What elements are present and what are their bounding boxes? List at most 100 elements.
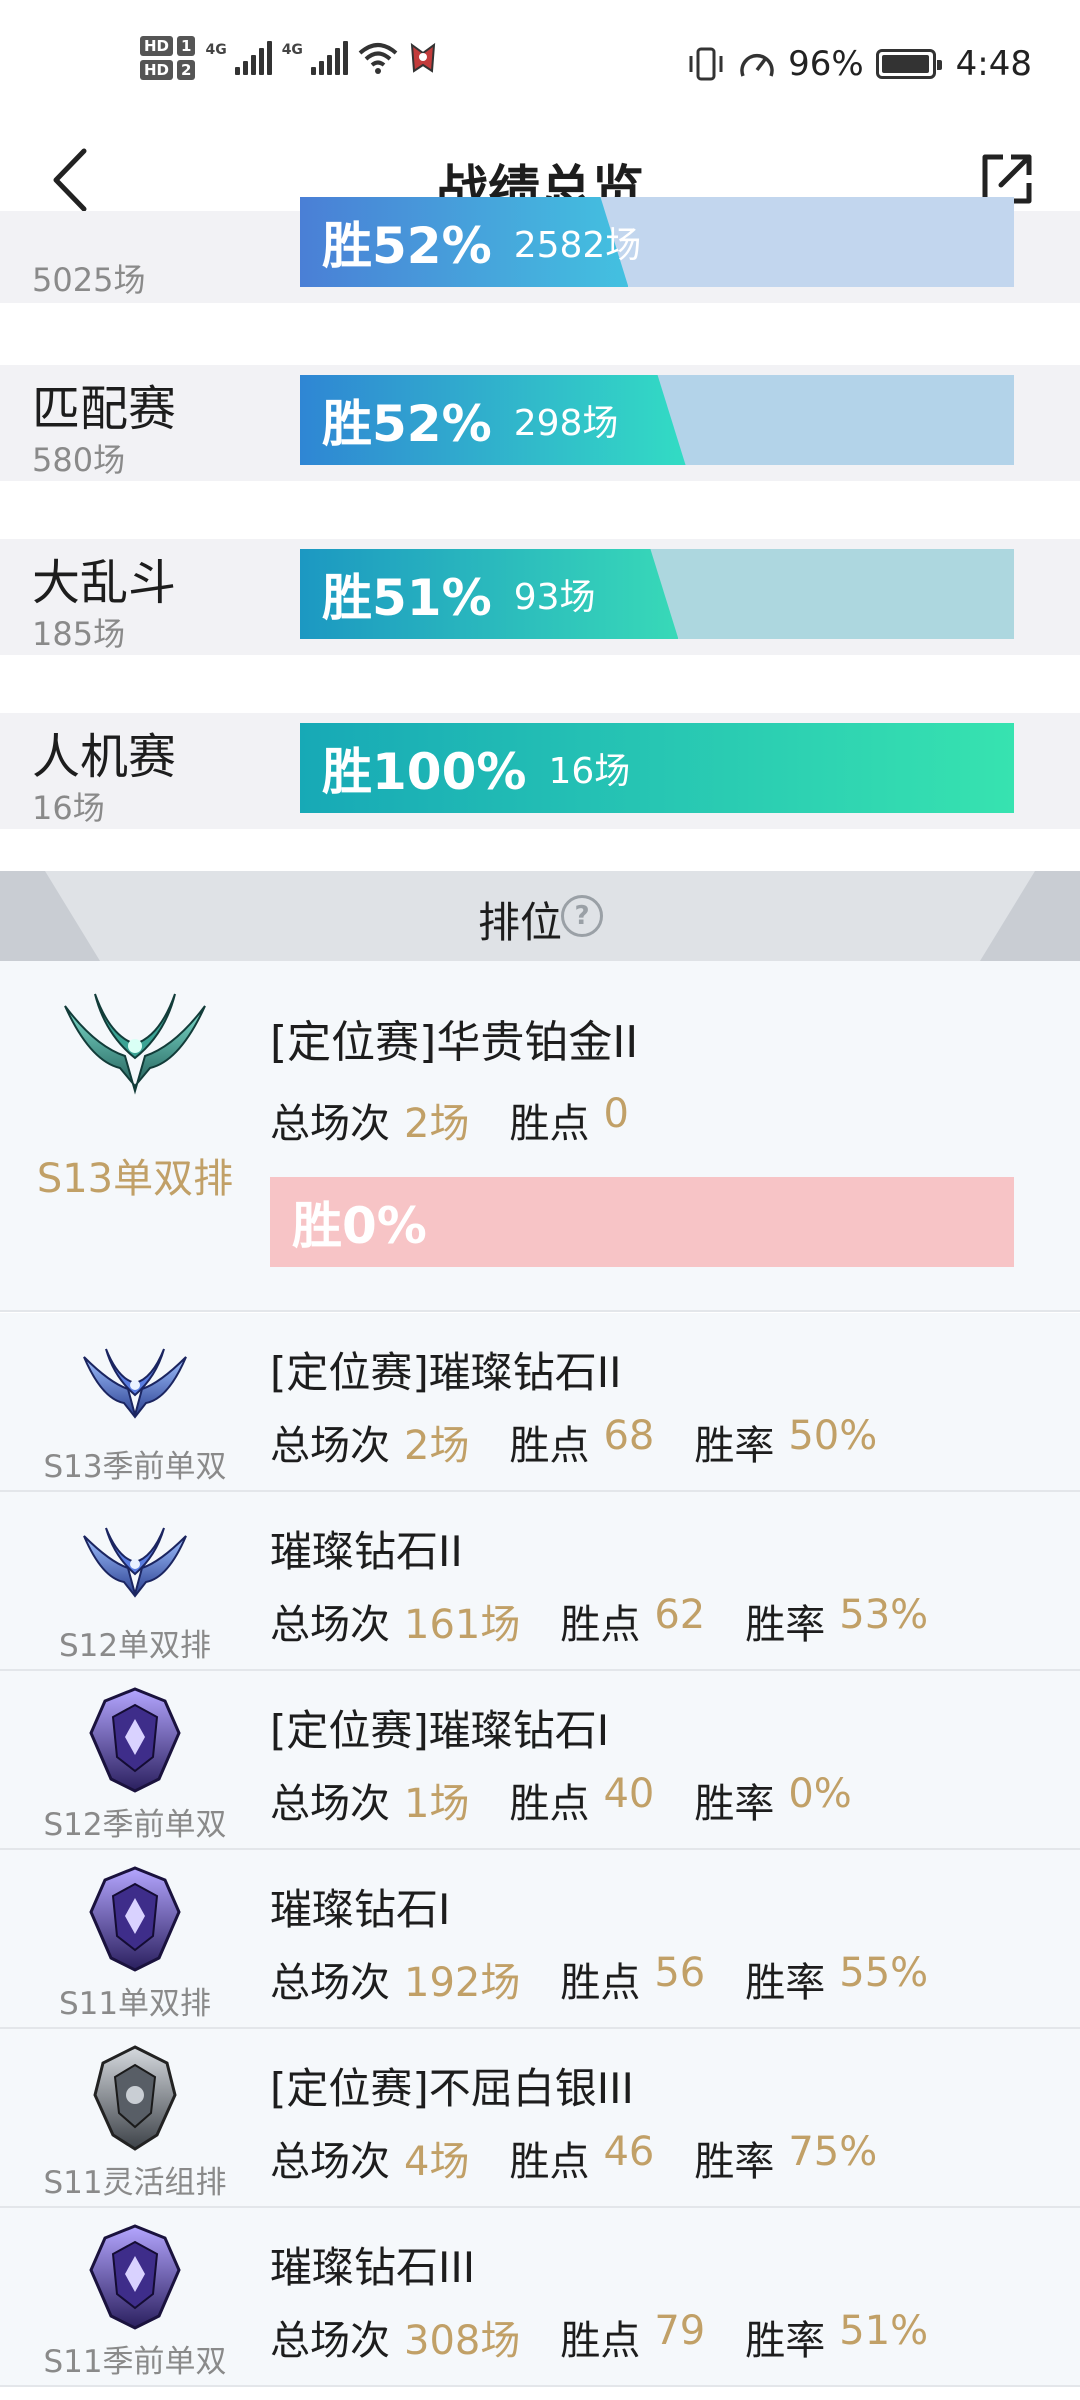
mode-winrate-bar: 胜52% 298场	[300, 375, 1014, 465]
winrate-value: 51%	[839, 2308, 929, 2354]
rank-row[interactable]: S11灵活组排 [定位赛]不屈白银III 总场次 4场 胜点 46 胜率 75%	[0, 2029, 1080, 2208]
winrate-label: 胜率	[694, 1781, 775, 1827]
battery-icon	[875, 49, 942, 79]
winrate-label: 胜率	[745, 2318, 826, 2364]
ranked-section-header: 排位 ?	[0, 871, 1080, 961]
status-right: 96% 4:48	[686, 44, 1032, 84]
points-value: 68	[603, 1413, 655, 1459]
mode-name: 大乱斗	[32, 555, 177, 611]
network-type-2: 4G	[281, 42, 303, 58]
rank-title: 璀璨钻石I	[270, 1885, 451, 1934]
mode-winrate: 胜52%	[322, 395, 492, 453]
help-icon[interactable]: ?	[561, 895, 603, 937]
total-games-value: 2场	[404, 1101, 470, 1147]
season-label: S11灵活组排	[43, 2165, 227, 2201]
mode-count: 5025场	[32, 261, 146, 299]
bar-text: 胜51% 93场	[322, 549, 596, 639]
total-games-value: 161场	[404, 1602, 521, 1648]
points-value: 40	[603, 1771, 655, 1817]
mode-name: 人机赛	[32, 729, 177, 785]
rank-row[interactable]: S12季前单双 [定位赛]璀璨钻石I 总场次 1场 胜点 40 胜率 0%	[0, 1671, 1080, 1850]
mode-winrate: 胜51%	[322, 569, 492, 627]
rank-row[interactable]: S11单双排 璀璨钻石I 总场次 192场 胜点 56 胜率 55%	[0, 1850, 1080, 2029]
total-games-value: 1场	[404, 1781, 470, 1827]
app-notification-icon	[410, 42, 436, 73]
winrate-value: 53%	[839, 1592, 929, 1638]
points-value: 0	[603, 1091, 629, 1137]
total-games-label: 总场次	[270, 2139, 390, 2185]
winrate-label: 胜率	[745, 1602, 826, 1648]
points-label: 胜点	[509, 2139, 590, 2185]
sim2-badge: 2	[177, 60, 196, 80]
clock: 4:48	[955, 44, 1032, 84]
season-label: S12单双排	[58, 1628, 212, 1664]
winrate-value: 75%	[788, 2129, 878, 2175]
points-label: 胜点	[509, 1423, 590, 1469]
hd-badge-1: HD	[140, 36, 174, 56]
rank-title: 璀璨钻石III	[270, 2243, 476, 2292]
total-games-value: 192场	[404, 1960, 521, 2006]
mode-winrate: 胜100%	[322, 743, 527, 801]
total-games-value: 2场	[404, 1423, 470, 1469]
total-games-label: 总场次	[270, 1960, 390, 2006]
winrate-bar: 胜0%	[270, 1177, 1014, 1267]
mode-row[interactable]: 大乱斗 185场 胜51% 93场	[0, 539, 1080, 655]
rank-stats: 总场次 2场 胜点 68 胜率 50%	[270, 1413, 917, 1471]
diamond-wings-emblem-icon	[80, 1522, 190, 1606]
rank-row[interactable]: S12单双排 璀璨钻石II 总场次 161场 胜点 62 胜率 53%	[0, 1492, 1080, 1671]
mode-win-games: 16场	[548, 751, 631, 792]
battery-percent: 96%	[788, 44, 864, 84]
total-games-label: 总场次	[270, 1423, 390, 1469]
winrate-label: 胜率	[694, 2139, 775, 2185]
total-games-label: 总场次	[270, 2318, 390, 2364]
speedometer-icon	[740, 53, 774, 77]
sim-indicators: HD 1 HD 2	[140, 36, 196, 80]
points-value: 79	[654, 2308, 706, 2354]
bar-text: 胜52% 298场	[322, 375, 618, 465]
winrate-label: 胜率	[745, 1960, 826, 2006]
current-rank-card[interactable]: S13单双排 [定位赛]华贵铂金II 总场次 2场 胜点 0 胜0%	[0, 961, 1080, 1312]
diamond-crest-emblem-icon	[85, 1685, 185, 1799]
status-left: HD 1 HD 2 4G 4G	[140, 36, 438, 80]
points-value: 46	[603, 2129, 655, 2175]
rank-stats: 总场次 1场 胜点 40 胜率 0%	[270, 1771, 892, 1829]
bar-text: 胜52% 2582场	[322, 197, 641, 287]
points-value: 62	[654, 1592, 706, 1638]
mode-row[interactable]: 匹配赛 580场 胜52% 298场	[0, 365, 1080, 481]
signal-icon-2	[310, 41, 348, 75]
rank-stats: 总场次 308场 胜点 79 胜率 51%	[270, 2308, 968, 2366]
rank-title: [定位赛]璀璨钻石II	[270, 1348, 622, 1397]
season-label: S13单双排	[36, 1156, 234, 1202]
total-games-label: 总场次	[270, 1101, 390, 1147]
diamond-crest-emblem-icon	[85, 2222, 185, 2336]
platinum-emblem-icon	[55, 986, 215, 1096]
points-label: 胜点	[560, 2318, 641, 2364]
mode-win-games: 2582场	[513, 225, 642, 266]
mode-row[interactable]: 人机赛 16场 胜100% 16场	[0, 713, 1080, 829]
total-games-label: 总场次	[270, 1781, 390, 1827]
season-label: S12季前单双	[43, 1807, 227, 1843]
mode-winrate-bar: 胜51% 93场	[300, 549, 1014, 639]
rank-title: [定位赛]璀璨钻石I	[270, 1706, 610, 1755]
rank-stats: 总场次 161场 胜点 62 胜率 53%	[270, 1592, 968, 1650]
signal-icon-1	[234, 41, 272, 75]
mode-count: 580场	[32, 441, 126, 479]
season-label: S13季前单双	[43, 1449, 227, 1485]
sim1-badge: 1	[177, 36, 196, 56]
ranked-title: 排位	[477, 898, 562, 947]
points-label: 胜点	[560, 1602, 641, 1648]
winrate-value: 50%	[788, 1413, 878, 1459]
rank-row[interactable]: S13季前单双 [定位赛]璀璨钻石II 总场次 2场 胜点 68 胜率 50%	[0, 1313, 1080, 1492]
points-label: 胜点	[560, 1960, 641, 2006]
vibrate-icon	[689, 47, 723, 81]
season-label: S11单双排	[58, 1986, 212, 2022]
rank-row[interactable]: S11季前单双 璀璨钻石III 总场次 308场 胜点 79 胜率 51%	[0, 2208, 1080, 2387]
rank-stats: 总场次 192场 胜点 56 胜率 55%	[270, 1950, 968, 2008]
diamond-crest-emblem-icon	[85, 1864, 185, 1978]
mode-win-games: 93场	[513, 577, 596, 618]
winrate-value: 55%	[839, 1950, 929, 1996]
season-label: S11季前单双	[43, 2344, 227, 2380]
mode-row[interactable]: 5025场 胜52% 2582场	[0, 197, 1080, 303]
mode-count: 16场	[32, 789, 105, 827]
points-label: 胜点	[509, 1101, 590, 1147]
